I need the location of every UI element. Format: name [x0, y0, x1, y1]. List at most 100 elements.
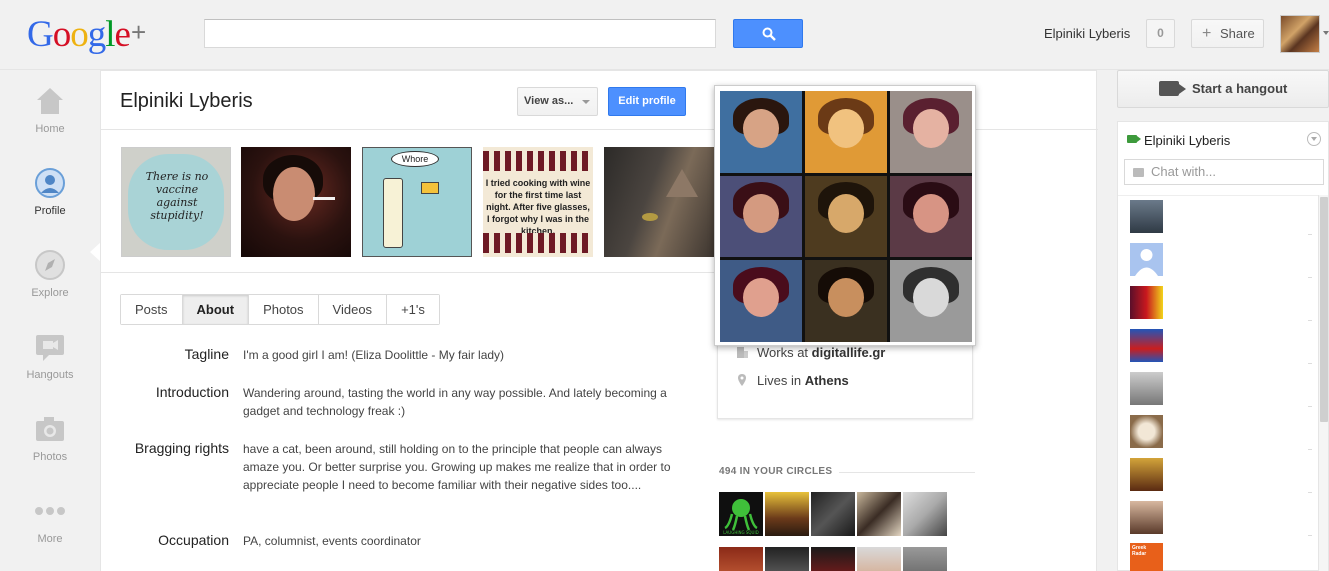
start-hangout-label: Start a hangout — [1192, 81, 1288, 96]
profile-photo-popup[interactable] — [714, 85, 976, 346]
profile-photo[interactable]: Whore — [362, 147, 472, 257]
chat-panel: Elpiniki Lyberis Chat with... Greek Rada… — [1117, 121, 1329, 571]
collage-photo — [805, 91, 887, 173]
google-plus-logo[interactable]: Google+ — [27, 13, 146, 56]
contact-avatar[interactable] — [1130, 372, 1163, 405]
chat-search-input[interactable]: Chat with... — [1124, 159, 1324, 185]
nav-home[interactable]: Home — [0, 85, 100, 135]
scrollbar-thumb[interactable] — [1320, 197, 1328, 422]
divider — [1308, 234, 1312, 235]
occupation-label: Occupation — [158, 532, 229, 548]
squid-icon: LAUGHING SQUID — [723, 499, 759, 535]
building-icon — [736, 346, 748, 358]
contact-avatar[interactable] — [1130, 200, 1163, 233]
account-avatar[interactable] — [1280, 15, 1320, 53]
search-button[interactable] — [733, 19, 803, 48]
photo-cat-eye — [642, 213, 658, 221]
circle-avatar[interactable]: LAUGHING SQUID — [719, 492, 763, 536]
view-as-dropdown[interactable]: View as... — [517, 87, 598, 116]
video-camera-icon — [1159, 81, 1179, 96]
introduction-value: Wandering around, tasting the world in a… — [243, 386, 667, 418]
divider — [1308, 406, 1312, 407]
photo-wine-glasses — [483, 151, 593, 171]
circle-avatar[interactable] — [811, 492, 855, 536]
tab-plus-ones[interactable]: +1's — [387, 295, 439, 324]
nav-label: Photos — [32, 451, 68, 463]
bragging-rights-label: Bragging rights — [134, 440, 229, 456]
introduction-label: Introduction — [155, 384, 229, 400]
start-hangout-button[interactable]: Start a hangout — [1117, 70, 1329, 108]
profile-photo[interactable] — [241, 147, 351, 257]
nav-label: Explore — [31, 287, 69, 299]
works-at-value[interactable]: digitallife.gr — [812, 345, 886, 360]
contact-avatar[interactable]: Greek Radar — [1130, 543, 1163, 571]
tab-about[interactable]: About — [182, 295, 250, 324]
contact-avatar[interactable] — [1130, 415, 1163, 448]
collage-photo — [720, 175, 802, 258]
photo-outlet — [383, 178, 403, 248]
divider — [1308, 277, 1312, 278]
circle-avatar[interactable] — [811, 547, 855, 571]
profile-photo[interactable]: There is no vaccine against stupidity! — [121, 147, 231, 257]
chat-options-icon[interactable] — [1307, 132, 1321, 146]
profile-photo[interactable] — [604, 147, 716, 257]
default-avatar-icon — [1135, 249, 1158, 276]
nav-label: Home — [35, 123, 65, 135]
search-input[interactable] — [204, 19, 716, 48]
chevron-down-icon[interactable] — [1323, 31, 1329, 35]
circle-avatar[interactable] — [903, 492, 947, 536]
tab-photos[interactable]: Photos — [249, 295, 319, 324]
contact-avatar[interactable] — [1130, 243, 1163, 276]
nav-more[interactable]: More — [0, 495, 100, 545]
video-status-icon — [1127, 135, 1141, 143]
contact-avatar[interactable] — [1130, 329, 1163, 362]
circle-avatar[interactable] — [765, 492, 809, 536]
chat-bubble-icon — [1133, 168, 1144, 177]
compass-icon — [33, 249, 67, 281]
circle-avatar[interactable] — [857, 547, 901, 571]
circle-avatar[interactable] — [903, 547, 947, 571]
contact-avatar[interactable] — [1130, 458, 1163, 491]
nav-explore[interactable]: Explore — [0, 249, 100, 299]
home-icon — [33, 85, 67, 117]
notification-count[interactable]: 0 — [1146, 19, 1175, 48]
contact-avatar[interactable] — [1130, 501, 1163, 534]
tab-posts[interactable]: Posts — [121, 295, 183, 324]
bragging-rights-value: have a cat, been around, still holding o… — [243, 442, 671, 492]
edit-profile-button[interactable]: Edit profile — [608, 87, 686, 116]
tab-videos[interactable]: Videos — [318, 295, 388, 324]
contact-badge: Greek Radar — [1132, 545, 1147, 557]
collage-photo — [890, 175, 972, 258]
squid-label: LAUGHING SQUID — [723, 530, 759, 535]
nav-hangouts[interactable]: Hangouts — [0, 331, 100, 381]
nav-label: Profile — [34, 205, 66, 217]
chat-placeholder: Chat with... — [1151, 164, 1217, 179]
logo-plus: + — [130, 17, 146, 47]
photo-plug — [421, 182, 439, 194]
more-icon — [33, 495, 67, 527]
circle-avatar[interactable] — [857, 492, 901, 536]
circles-title: 494 IN YOUR CIRCLES — [719, 466, 833, 477]
header-user-name[interactable]: Elpiniki Lyberis — [1044, 26, 1130, 41]
chat-user-name[interactable]: Elpiniki Lyberis — [1144, 133, 1230, 148]
photo-wine-glasses — [483, 233, 593, 253]
camera-icon — [33, 413, 67, 445]
profile-photo[interactable]: I tried cooking with wine for the first … — [483, 147, 593, 257]
contact-avatar[interactable] — [1130, 286, 1163, 319]
lives-in-value[interactable]: Athens — [805, 373, 849, 388]
location-pin-icon — [736, 374, 748, 386]
occupation-value: PA, columnist, events coordinator — [243, 534, 421, 548]
top-bar: Google+ Elpiniki Lyberis 0 + Share — [0, 0, 1329, 70]
photo-face — [273, 167, 315, 221]
circle-avatar[interactable] — [719, 547, 763, 571]
works-at-prefix: Works at — [757, 345, 812, 360]
contacts-scrollbar[interactable] — [1318, 195, 1328, 571]
chevron-down-icon — [582, 100, 590, 104]
nav-profile[interactable]: Profile — [0, 167, 100, 217]
circle-avatar[interactable] — [765, 547, 809, 571]
nav-photos[interactable]: Photos — [0, 413, 100, 463]
divider — [1308, 535, 1312, 536]
share-button[interactable]: + Share — [1191, 19, 1264, 48]
profile-tabs: Posts About Photos Videos +1's — [120, 294, 440, 325]
search-icon — [762, 27, 776, 41]
